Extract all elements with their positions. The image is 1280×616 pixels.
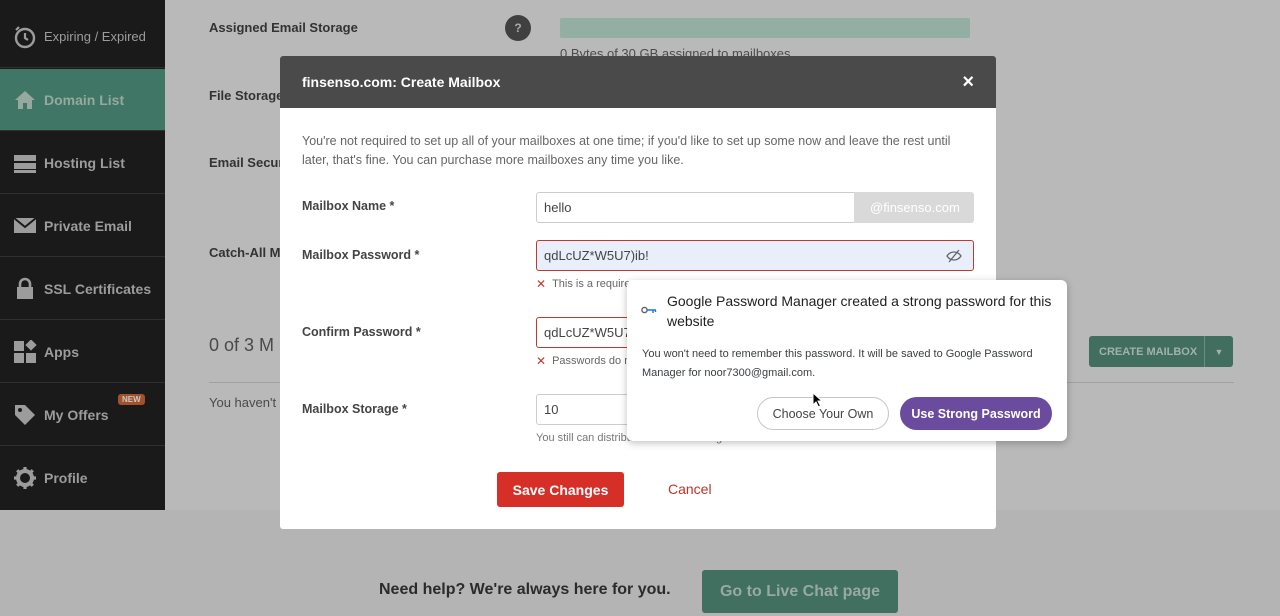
mailbox-count: 0 of 3 M [209,335,275,355]
apps-grid-icon [12,339,38,365]
modal-intro: You're not required to set up all of you… [302,134,951,167]
sidebar-item-my-offers[interactable]: My Offers NEW [0,384,165,446]
password-manager-body: You won't need to remember this password… [642,348,1033,379]
sidebar-item-label: Hosting List [44,154,125,171]
gear-icon [12,465,38,491]
modal-header: finsenso.com: Create Mailbox × [280,56,996,108]
mailbox-name-input[interactable]: hello [536,192,856,223]
storage-progress-bar [560,18,970,38]
modal-title: finsenso.com: Create Mailbox [302,74,501,90]
sidebar-item-expiring[interactable]: Expiring / Expired [0,6,165,68]
use-strong-password-button[interactable]: Use Strong Password [900,397,1052,430]
error-icon: ✕ [536,277,547,291]
mailbox-password-input[interactable]: qdLcUZ*W5U7)ib! [536,240,974,271]
home-icon [12,87,38,113]
confirm-password-label: Confirm Password * [302,325,421,339]
email-security-label: Email Secur [209,155,284,170]
confirm-error: ✕ Passwords do n [536,354,630,368]
sidebar-item-apps[interactable]: Apps [0,321,165,383]
assigned-storage-label: Assigned Email Storage [209,20,358,35]
save-changes-button[interactable]: Save Changes [497,472,624,507]
chevron-down-icon[interactable]: ▼ [1204,336,1233,367]
eye-slash-icon[interactable] [946,249,962,263]
sidebar-item-ssl[interactable]: SSL Certificates [0,258,165,320]
envelope-icon [12,213,38,239]
sidebar-item-profile[interactable]: Profile [0,447,165,509]
sidebar-item-label: Private Email [44,217,132,234]
sidebar-item-domain-list[interactable]: Domain List [0,69,174,131]
new-badge: NEW [118,394,145,405]
create-mailbox-button[interactable]: CREATE MAILBOX ▼ [1089,336,1233,367]
password-error-text: This is a require [552,278,631,290]
tag-icon [12,402,38,428]
domain-suffix: @finsenso.com [854,192,974,223]
catch-all-label: Catch-All M [209,245,281,260]
sidebar-item-label: SSL Certificates [44,280,152,297]
sidebar-item-label: Apps [44,343,79,360]
password-manager-title: Google Password Manager created a strong… [667,293,1052,329]
close-icon[interactable]: × [962,72,974,92]
error-icon: ✕ [536,354,547,368]
create-mailbox-label: CREATE MAILBOX [1099,345,1198,358]
lock-icon [12,276,38,302]
file-storage-label: File Storage [209,88,284,103]
sidebar-item-label: Expiring / Expired [44,29,146,44]
cancel-button[interactable]: Cancel [668,481,712,497]
clock-icon [12,24,38,50]
server-icon [12,150,38,176]
no-mailbox-note: You haven't [209,395,277,410]
sidebar: Expiring / Expired Domain List Hosting L… [0,0,174,510]
sidebar-item-label: Domain List [44,91,125,108]
mailbox-storage-label: Mailbox Storage * [302,402,407,416]
mouse-cursor-icon [812,392,824,408]
mailbox-password-label: Mailbox Password * [302,248,420,262]
password-error: ✕ This is a require [536,277,630,291]
sidebar-item-label: Profile [44,470,88,486]
sidebar-item-label: My Offers [44,406,109,423]
password-manager-popup: Google Password Manager created a strong… [627,280,1067,441]
sidebar-item-hosting-list[interactable]: Hosting List [0,132,165,194]
mailbox-name-label: Mailbox Name * [302,199,395,213]
live-chat-button[interactable]: Go to Live Chat page [702,570,898,613]
help-text: Need help? We're always here for you. [379,581,671,598]
help-icon[interactable]: ? [505,15,531,41]
sidebar-item-private-email[interactable]: Private Email [0,195,165,257]
confirm-error-text: Passwords do n [552,355,631,367]
key-icon [641,306,657,314]
